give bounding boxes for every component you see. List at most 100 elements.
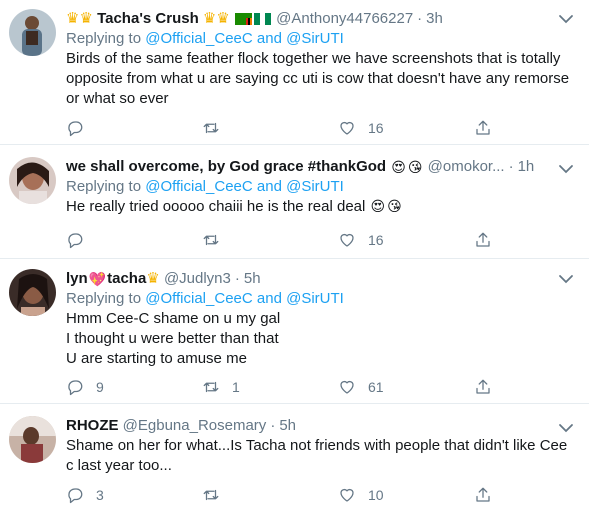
tweet-text-line: Hmm Cee-C shame on u my gal [66, 310, 281, 327]
separator: · [270, 417, 276, 434]
share-icon [476, 379, 490, 394]
reply-user-link[interactable]: @SirUTI [286, 30, 344, 47]
retweet-icon [203, 122, 219, 134]
reply-icon [68, 488, 83, 504]
tweet-text-span: He really tried ooooo chaiii he is the r… [66, 198, 366, 215]
chevron-down-icon[interactable] [557, 421, 575, 435]
nigeria-flag [253, 13, 271, 25]
share-button[interactable] [474, 118, 492, 138]
tweet-actions: 9 1 61 [66, 377, 506, 397]
tweet-text: Shame on her for what...Is Tacha not fri… [66, 436, 577, 476]
avatar[interactable] [9, 416, 56, 463]
zambia-flag [234, 13, 252, 25]
user-handle[interactable]: @Anthony44766227 [276, 9, 413, 29]
timestamp[interactable]: 3h [426, 9, 443, 29]
reply-button[interactable]: 3 [66, 485, 104, 505]
crown-emoji: ♛ [146, 270, 160, 287]
retweet-icon [203, 489, 219, 501]
display-name[interactable]: Tacha's Crush [97, 9, 199, 29]
tweet-text-line: U are starting to amuse me [66, 350, 247, 367]
retweet-button[interactable]: 1 [202, 377, 240, 397]
display-name-part[interactable]: tacha [107, 269, 146, 289]
display-name[interactable]: RHOZE [66, 416, 119, 436]
reply-user-link[interactable]: @SirUTI [286, 178, 344, 195]
retweet-count: 1 [232, 379, 240, 395]
kiss-emoji: 😘 [407, 159, 423, 175]
user-handle[interactable]: @Judlyn3 [164, 269, 231, 289]
tweet-2[interactable]: we shall overcome, by God grace #thankGo… [0, 145, 589, 259]
kiss-emoji: 😘 [387, 198, 402, 214]
replying-to-label: Replying to [66, 178, 142, 195]
tweet-header: RHOZE @Egbuna_Rosemary · 5h [66, 416, 577, 436]
timestamp[interactable]: 1h [518, 157, 535, 177]
display-name[interactable]: we shall overcome, by God grace #thankGo… [66, 157, 386, 177]
tweet-text-line: I thought u were better than that [66, 330, 279, 347]
reply-count: 9 [96, 379, 104, 395]
tweet-text-line: opposite from what u are saying cc uti i… [66, 70, 570, 87]
reply-user-link[interactable]: @Official_CeeC [145, 178, 253, 195]
reply-icon [68, 121, 83, 137]
retweet-icon [203, 234, 219, 246]
reply-user-link[interactable]: @Official_CeeC [145, 30, 253, 47]
like-count: 16 [368, 120, 384, 136]
chevron-down-icon[interactable] [557, 12, 575, 26]
replying-to: Replying to @Official_CeeC and @SirUTI [66, 289, 577, 309]
retweet-button[interactable] [202, 485, 232, 505]
crown-emoji: ♛ [216, 10, 230, 27]
reply-and: and [256, 30, 282, 47]
like-count: 10 [368, 487, 384, 503]
tweet-1[interactable]: ♛ ♛ Tacha's Crush ♛ ♛ @Anthony44766227 · 3… [0, 0, 589, 145]
avatar[interactable] [9, 269, 56, 316]
tweet-text-line: He really tried ooooo chaiii he is the r… [66, 197, 577, 217]
like-icon [340, 121, 354, 135]
reply-count: 3 [96, 487, 104, 503]
display-name-part[interactable]: lyn [66, 269, 88, 289]
user-handle[interactable]: @Egbuna_Rosemary [123, 416, 267, 436]
tweet-text-line: c last year too... [66, 457, 172, 474]
avatar[interactable] [9, 157, 56, 204]
tweet-actions: 16 [66, 118, 506, 138]
timestamp[interactable]: 5h [244, 269, 261, 289]
share-button[interactable] [474, 485, 492, 505]
share-button[interactable] [474, 230, 492, 250]
like-icon [340, 380, 354, 394]
tweet-3[interactable]: lyn 💖 tacha ♛ @Judlyn3 · 5h Replying to … [0, 259, 589, 404]
replying-to: Replying to @Official_CeeC and @SirUTI [66, 177, 577, 197]
tweet-text: Hmm Cee-C shame on u my gal I thought u … [66, 309, 577, 369]
tweet-header: lyn 💖 tacha ♛ @Judlyn3 · 5h [66, 269, 577, 289]
retweet-button[interactable] [202, 118, 232, 138]
share-icon [476, 487, 490, 502]
chevron-down-icon[interactable] [557, 162, 575, 176]
tweet-actions: 16 [66, 230, 506, 250]
user-handle[interactable]: @omokor... [428, 157, 505, 177]
replying-to-label: Replying to [66, 290, 142, 307]
reply-user-link[interactable]: @SirUTI [286, 290, 344, 307]
tweet-header: we shall overcome, by God grace #thankGo… [66, 157, 577, 177]
separator: · [234, 270, 240, 287]
tweet-4[interactable]: RHOZE @Egbuna_Rosemary · 5h Shame on her… [0, 404, 589, 521]
reply-button[interactable] [66, 230, 96, 250]
crown-emoji: ♛ [66, 10, 80, 27]
like-count: 61 [368, 379, 384, 395]
like-button[interactable]: 61 [338, 377, 384, 397]
like-button[interactable]: 16 [338, 230, 384, 250]
reply-and: and [256, 290, 282, 307]
share-icon [476, 120, 490, 135]
reply-icon [68, 380, 83, 396]
tweet-actions: 3 10 [66, 485, 506, 505]
share-icon [476, 232, 490, 247]
chevron-down-icon[interactable] [557, 272, 575, 286]
retweet-button[interactable] [202, 230, 232, 250]
reply-and: and [256, 178, 282, 195]
reply-user-link[interactable]: @Official_CeeC [145, 290, 253, 307]
like-button[interactable]: 16 [338, 118, 384, 138]
timestamp[interactable]: 5h [279, 416, 296, 436]
reply-button[interactable] [66, 118, 96, 138]
reply-button[interactable]: 9 [66, 377, 104, 397]
avatar[interactable] [9, 9, 56, 56]
heart-eyes-emoji: 😍 [391, 159, 406, 175]
like-button[interactable]: 10 [338, 485, 384, 505]
separator: · [417, 10, 423, 27]
replying-to: Replying to @Official_CeeC and @SirUTI [66, 29, 577, 49]
share-button[interactable] [474, 377, 492, 397]
